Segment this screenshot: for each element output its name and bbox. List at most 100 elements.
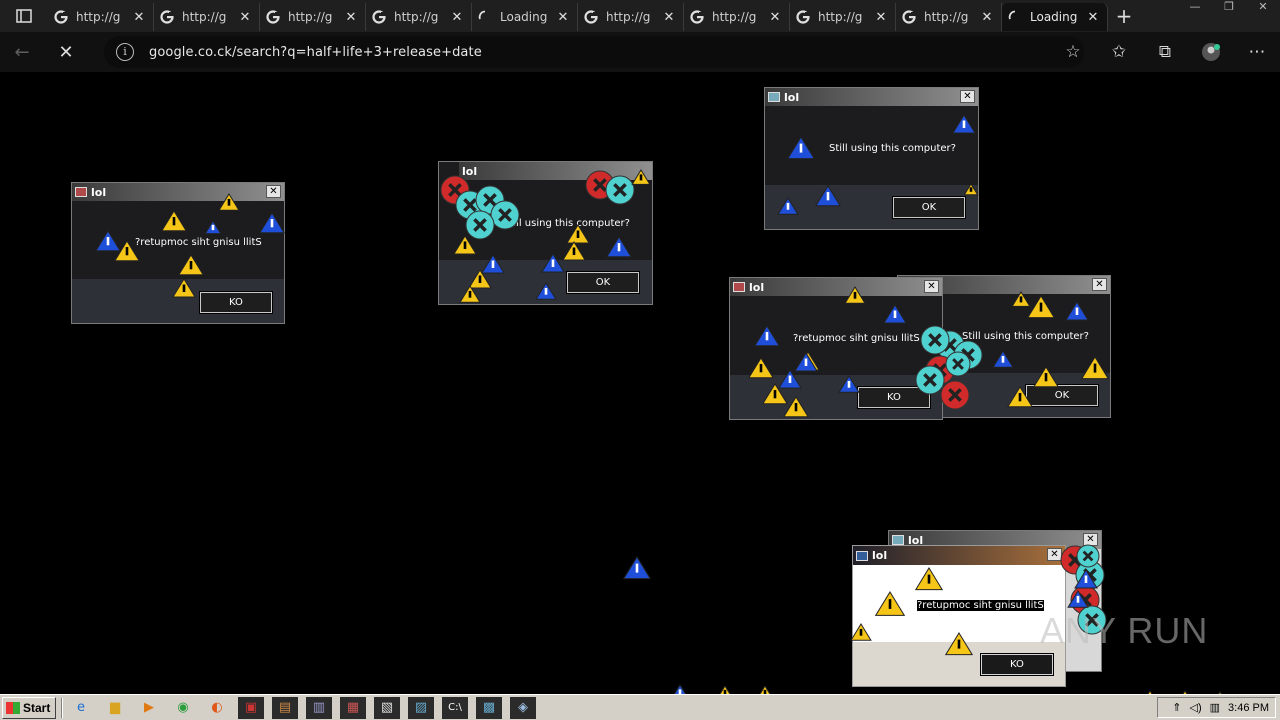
- dialog-button[interactable]: OK: [1025, 384, 1099, 407]
- toolbar-icons: ☆ ✩ ⧉ ⋯: [1050, 32, 1280, 72]
- tray-arrow-icon[interactable]: ⇑: [1172, 701, 1181, 714]
- close-icon[interactable]: ✕: [1083, 533, 1098, 546]
- media-player-icon[interactable]: ▶: [136, 697, 162, 719]
- dialog-3: lol ✕ Still using this computer? OK: [764, 87, 979, 230]
- dialog-title: lol: [749, 280, 765, 294]
- dialog-message: Still using this computer?: [829, 143, 956, 154]
- clock: 3:46 PM: [1228, 701, 1269, 714]
- taskbar-separator: [61, 697, 63, 718]
- tab-close-icon[interactable]: ✕: [661, 10, 677, 25]
- spinner-icon: [1008, 10, 1016, 20]
- app-icon-5[interactable]: ▧: [374, 696, 400, 719]
- tab-title: http://g: [924, 10, 969, 24]
- dialog-6: lol ✕ ?retupmoc siht gnisu llitS KO: [852, 545, 1066, 687]
- app-icon-4[interactable]: ▦: [340, 696, 366, 719]
- close-icon[interactable]: ✕: [960, 90, 975, 103]
- app-icon-3[interactable]: ▥: [306, 696, 332, 719]
- dialog-message: ?retupmoc siht gnisu llitS: [793, 333, 920, 344]
- settings-menu-button[interactable]: ⋯: [1234, 32, 1280, 72]
- app-icon-2[interactable]: ▤: [272, 696, 298, 719]
- tab[interactable]: http://g ✕: [790, 3, 896, 31]
- minimize-button[interactable]: —: [1178, 0, 1212, 14]
- tab[interactable]: Loading ✕: [472, 3, 578, 31]
- collections-button[interactable]: ⧉: [1142, 32, 1188, 72]
- close-icon[interactable]: ✕: [1047, 548, 1062, 561]
- dialog-button[interactable]: KO: [980, 653, 1054, 676]
- tab-title: http://g: [76, 10, 121, 24]
- tab-close-icon[interactable]: ✕: [343, 10, 359, 25]
- tab-close-icon[interactable]: ✕: [131, 10, 147, 25]
- close-icon[interactable]: ✕: [924, 280, 939, 293]
- stop-icon: ✕: [58, 41, 74, 63]
- dialog-button[interactable]: OK: [566, 271, 640, 294]
- stop-button[interactable]: ✕: [44, 32, 88, 72]
- close-window-button[interactable]: ✕: [1246, 0, 1280, 14]
- network-icon[interactable]: ▥: [1210, 701, 1220, 714]
- tab-actions-button[interactable]: [0, 0, 48, 32]
- dialog-title: lol: [91, 185, 107, 199]
- tab-title: http://g: [818, 10, 863, 24]
- dialog-1: lol ✕ ?retupmoc siht gnisu llitS KO: [71, 182, 285, 324]
- app-icon-7[interactable]: ▩: [476, 696, 502, 719]
- back-arrow-icon: ←: [14, 41, 30, 63]
- start-label: Start: [23, 700, 51, 715]
- tab-close-icon[interactable]: ✕: [873, 10, 889, 25]
- google-icon: [584, 10, 598, 24]
- dialog-button[interactable]: KO: [199, 291, 273, 314]
- tab[interactable]: http://g ✕: [154, 3, 260, 31]
- favorites-button[interactable]: ✩: [1096, 32, 1142, 72]
- dialog-4: lol ✕ ?retupmoc siht gnisu llitS KO: [729, 277, 943, 420]
- tab[interactable]: http://g ✕: [684, 3, 790, 31]
- ie-icon[interactable]: e: [68, 697, 94, 719]
- system-tray: ⇑ ◁) ▥ 3:46 PM: [1157, 697, 1276, 718]
- tab-close-icon[interactable]: ✕: [979, 10, 995, 25]
- app-icon-6[interactable]: ▨: [408, 696, 434, 719]
- close-icon[interactable]: ✕: [1092, 278, 1107, 291]
- dialog-message: Still using this computer?: [503, 218, 630, 229]
- tab[interactable]: http://g ✕: [896, 3, 1002, 31]
- app-icon: [768, 92, 780, 102]
- tab[interactable]: Loading ✕: [1002, 3, 1108, 31]
- profile-button[interactable]: [1188, 32, 1234, 72]
- spinner-icon: [478, 10, 486, 20]
- tab-close-icon[interactable]: ✕: [449, 10, 465, 25]
- dialog-button[interactable]: OK: [892, 196, 966, 219]
- tab-close-icon[interactable]: ✕: [767, 10, 783, 25]
- google-icon: [160, 10, 174, 24]
- tab[interactable]: http://g ✕: [48, 3, 154, 31]
- google-icon: [266, 10, 280, 24]
- tab[interactable]: http://g ✕: [366, 3, 472, 31]
- maximize-button[interactable]: ❐: [1212, 0, 1246, 14]
- tab-strip: http://g ✕ http://g ✕ http://g ✕ http://g ✕ Load…: [0, 0, 1280, 32]
- volume-icon[interactable]: ◁): [1190, 701, 1202, 714]
- firefox-icon[interactable]: ◐: [204, 697, 230, 719]
- tab-actions-icon: [16, 9, 32, 23]
- tab[interactable]: http://g ✕: [578, 3, 684, 31]
- app-icon-1[interactable]: ▣: [238, 696, 264, 719]
- cmd-icon[interactable]: C:\: [442, 696, 468, 719]
- explorer-icon[interactable]: ▆: [102, 697, 128, 719]
- app-icon-8[interactable]: ◈: [510, 696, 536, 719]
- warning-icon: [622, 556, 652, 580]
- collections-icon: ⧉: [1158, 42, 1172, 62]
- tab-list: http://g ✕ http://g ✕ http://g ✕ http://g ✕ Load…: [48, 1, 1108, 31]
- dialog-title: lol: [462, 164, 478, 178]
- tab-title: http://g: [712, 10, 757, 24]
- start-button[interactable]: Start: [2, 696, 56, 719]
- dialog-title: lol: [784, 90, 800, 104]
- tab-close-icon[interactable]: ✕: [555, 10, 571, 25]
- back-button[interactable]: ←: [0, 32, 44, 72]
- google-icon: [372, 10, 386, 24]
- dialog-button[interactable]: KO: [857, 386, 931, 409]
- dialog-titlebar: lol ✕: [730, 278, 942, 296]
- chrome-icon[interactable]: ◉: [170, 697, 196, 719]
- tab-close-icon[interactable]: ✕: [237, 10, 253, 25]
- close-icon[interactable]: ✕: [266, 185, 281, 198]
- add-favorite-button[interactable]: ☆: [1050, 32, 1096, 72]
- info-icon[interactable]: i: [116, 43, 134, 61]
- url-field[interactable]: i google.co.ck/search?q=half+life+3+rele…: [104, 36, 1084, 68]
- tab-close-icon[interactable]: ✕: [1085, 10, 1101, 25]
- tab[interactable]: http://g ✕: [260, 3, 366, 31]
- dialog-message: ?retupmoc siht gnisu llitS: [917, 600, 1044, 611]
- new-tab-button[interactable]: +: [1108, 2, 1140, 30]
